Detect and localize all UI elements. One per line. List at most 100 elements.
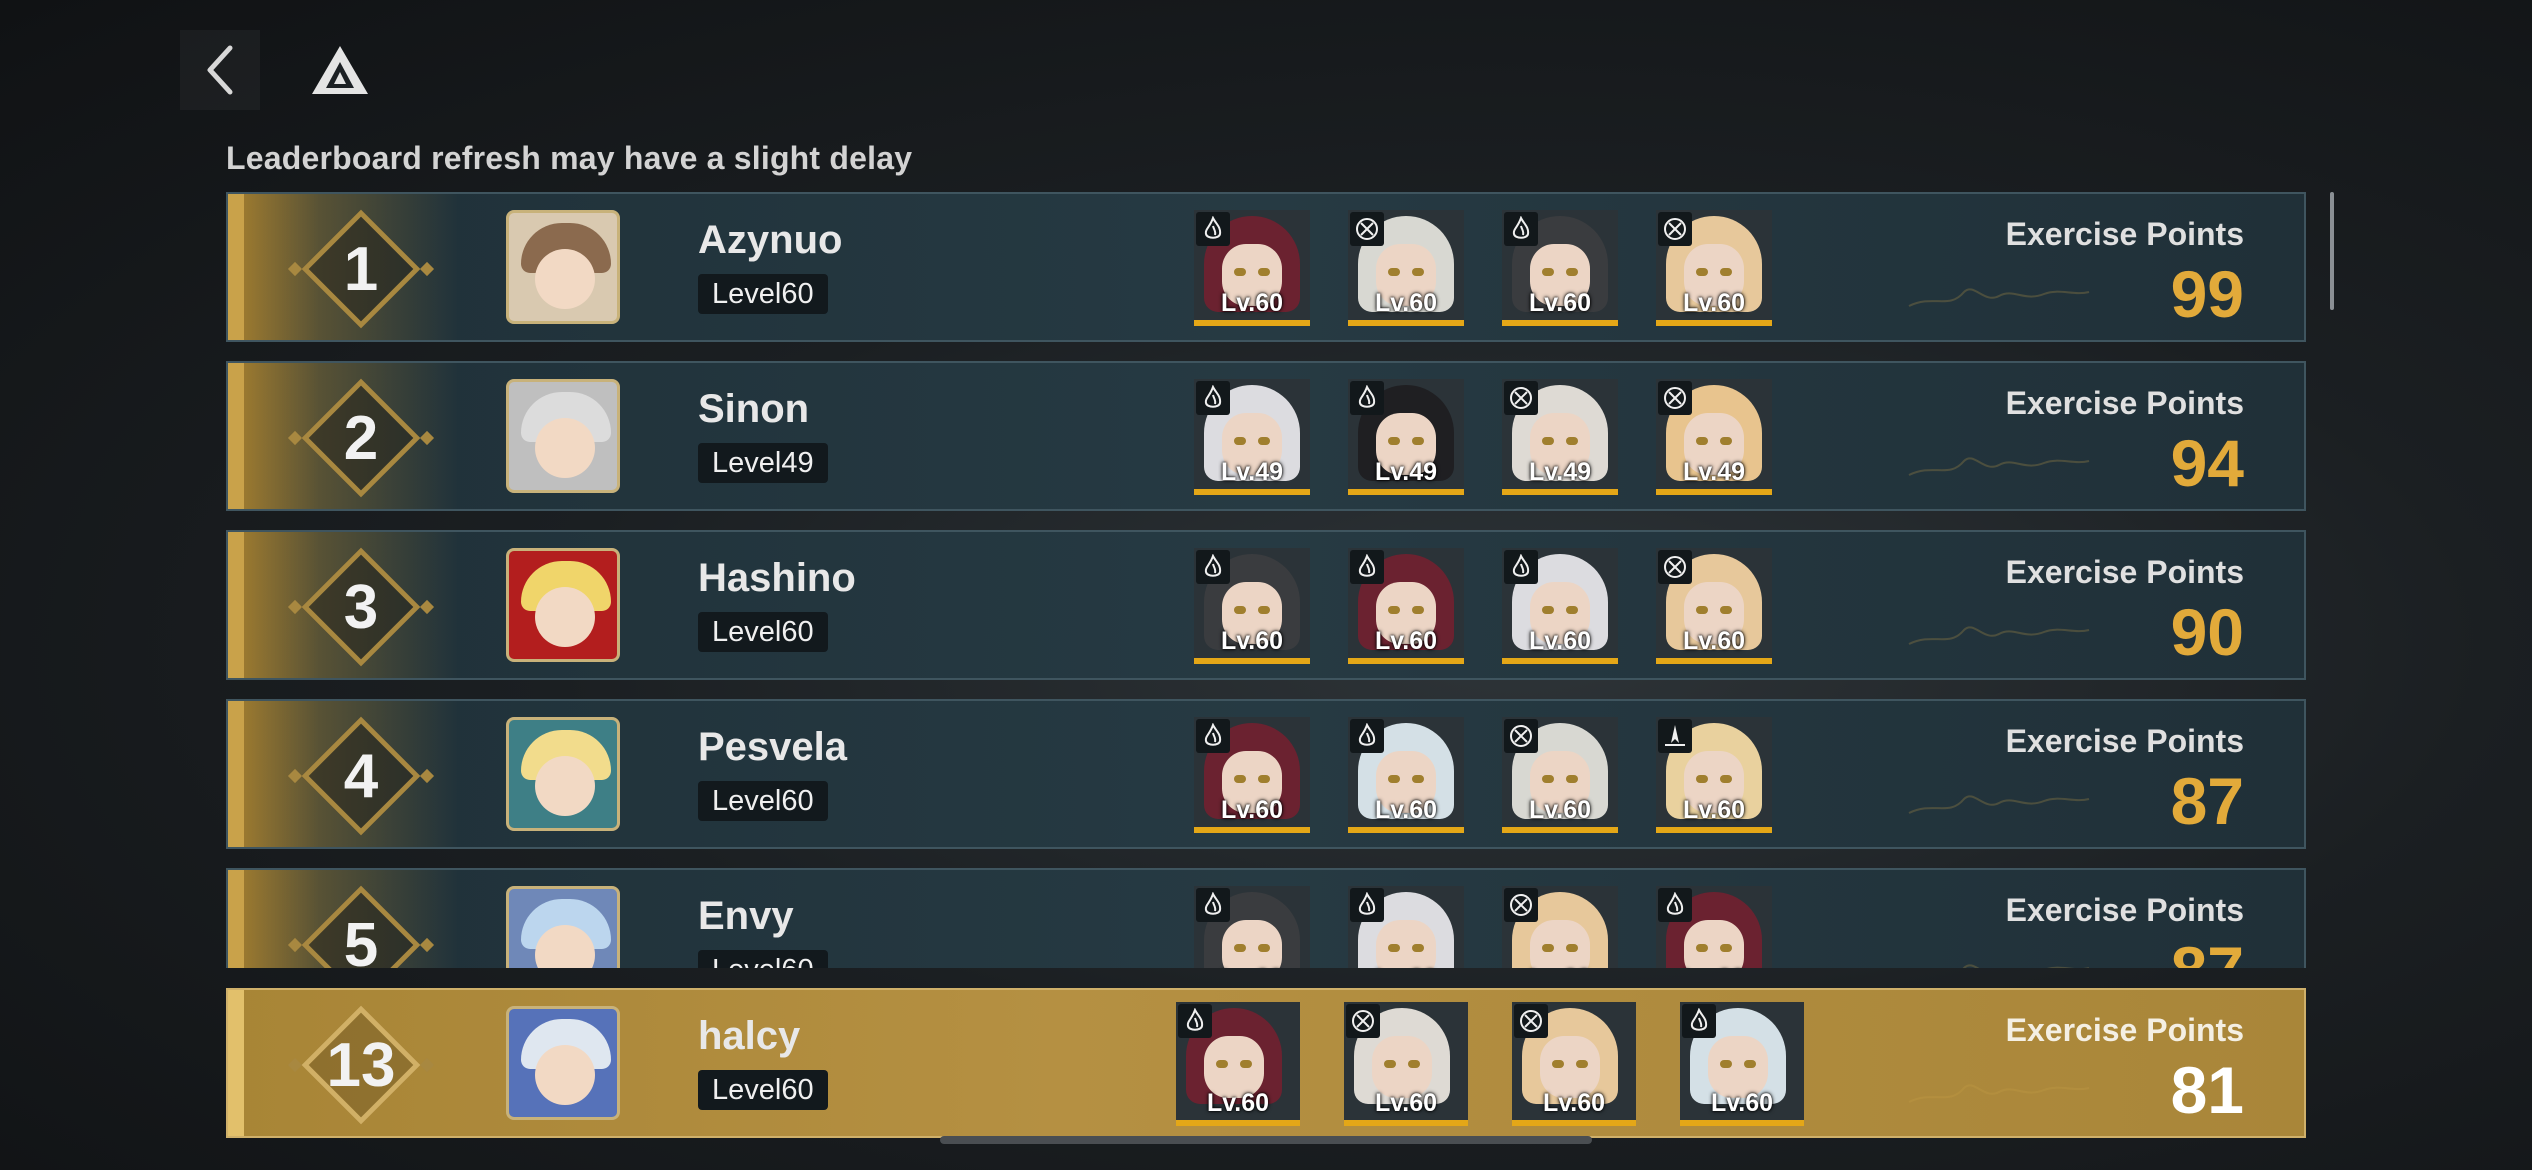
team-member-card[interactable]: Lv.60	[1176, 1002, 1300, 1126]
leaderboard-row[interactable]: 2 Sinon Level49 Lv.49 Lv.49 Lv.49 Lv.49 …	[226, 361, 2306, 511]
exercise-points-label: Exercise Points	[2005, 723, 2244, 759]
team-member-card[interactable]: Lv.60	[1656, 717, 1772, 833]
character-level: Lv.60	[1374, 627, 1438, 655]
avatar[interactable]	[506, 717, 620, 831]
team-member-card[interactable]: Lv.60	[1502, 210, 1618, 326]
avatar[interactable]	[506, 1006, 620, 1120]
team-member-card[interactable]: Lv.60	[1502, 717, 1618, 833]
character-level: Lv.60	[1374, 796, 1438, 824]
rank-emblem: 1	[287, 208, 435, 330]
exercise-points-value: 87	[2170, 764, 2244, 838]
class-badge	[1504, 550, 1538, 584]
character-level: Lv.60	[1206, 1089, 1270, 1117]
rank-number: 1	[343, 234, 379, 304]
exercise-points-value: 94	[2170, 426, 2244, 500]
flame-class-icon	[1204, 554, 1222, 577]
leaderboard-row[interactable]: 1 Azynuo Level60 Lv.60 Lv.60 Lv.60 Lv.60…	[226, 192, 2306, 342]
player-level-badge: Level60	[698, 1070, 828, 1110]
flame-class-icon	[1512, 554, 1530, 577]
team-member-card[interactable]: Lv.60	[1194, 548, 1310, 664]
character-level: Lv.60	[1542, 1089, 1606, 1117]
player-name[interactable]: Hashino	[698, 556, 856, 601]
class-badge	[1350, 888, 1384, 922]
team-member-card[interactable]: Lv.49	[1194, 379, 1310, 495]
team-member-card[interactable]: Lv.49	[1502, 379, 1618, 495]
team-member-card[interactable]: Lv.60	[1194, 886, 1310, 968]
rank-number: 2	[343, 403, 379, 473]
class-badge	[1196, 212, 1230, 246]
leaderboard-scrollbar[interactable]	[2330, 192, 2334, 310]
team-member-card[interactable]: Lv.49	[1348, 379, 1464, 495]
avatar[interactable]	[506, 210, 620, 324]
flame-class-icon	[1204, 216, 1222, 239]
team-member-card[interactable]: Lv.60	[1344, 1002, 1468, 1126]
leaderboard-row[interactable]: 4 Pesvela Level60 Lv.60 Lv.60 Lv.60 Lv.6…	[226, 699, 2306, 849]
leaderboard-row[interactable]: 3 Hashino Level60 Lv.60 Lv.60 Lv.60 Lv.6…	[226, 530, 2306, 680]
flame-class-icon	[1358, 385, 1376, 408]
character-level: Lv.60	[1528, 289, 1592, 317]
crosshair-class-icon	[1510, 387, 1532, 409]
crosshair-class-icon	[1664, 387, 1686, 409]
character-level: Lv.60	[1374, 289, 1438, 317]
rank-emblem: 5	[287, 884, 435, 968]
team-lineup: Lv.60 Lv.60 Lv.60 Lv.60	[1176, 1002, 1804, 1126]
class-badge	[1196, 719, 1230, 753]
crosshair-class-icon	[1352, 1010, 1374, 1032]
class-badge	[1504, 888, 1538, 922]
team-member-card[interactable]: Lv.60	[1512, 1002, 1636, 1126]
player-level-badge: Level60	[698, 950, 828, 968]
signature-watermark	[1908, 288, 2090, 307]
class-badge	[1658, 888, 1692, 922]
character-level: Lv.60	[1682, 289, 1746, 317]
character-level: Lv.49	[1374, 458, 1438, 486]
team-member-card[interactable]: Lv.60	[1656, 548, 1772, 664]
player-name[interactable]: halcy	[698, 1014, 800, 1059]
player-level-badge: Level60	[698, 274, 828, 314]
team-lineup: Lv.49 Lv.49 Lv.49 Lv.49	[1194, 379, 1772, 495]
triangle-logo-icon	[312, 46, 368, 94]
rank-number: 3	[343, 572, 379, 642]
team-member-card[interactable]: Lv.60	[1680, 1002, 1804, 1126]
flame-class-icon	[1666, 892, 1684, 915]
character-level: Lv.60	[1528, 627, 1592, 655]
team-member-card[interactable]: Lv.49	[1656, 379, 1772, 495]
class-badge	[1658, 381, 1692, 415]
exercise-points-label: Exercise Points	[2005, 385, 2244, 421]
back-button[interactable]	[180, 30, 260, 110]
team-member-card[interactable]: Lv.60	[1348, 886, 1464, 968]
signature-watermark	[1908, 626, 2090, 645]
home-indicator[interactable]	[940, 1136, 1592, 1144]
team-member-card[interactable]: Lv.60	[1348, 717, 1464, 833]
flame-class-icon	[1690, 1008, 1708, 1031]
class-badge	[1346, 1004, 1380, 1038]
leaderboard-row[interactable]: 5 Envy Level60 Lv.60 Lv.60	[226, 868, 2306, 968]
team-member-card[interactable]: Lv.60	[1502, 886, 1618, 968]
team-member-card[interactable]: Lv.60	[1348, 210, 1464, 326]
team-member-card[interactable]: Lv.60	[1194, 210, 1310, 326]
team-member-card[interactable]: Lv.60	[1194, 717, 1310, 833]
exercise-points-label: Exercise Points	[2005, 216, 2244, 252]
avatar[interactable]	[506, 379, 620, 493]
team-member-card[interactable]: Lv.60	[1656, 210, 1772, 326]
avatar[interactable]	[506, 548, 620, 662]
class-badge	[1658, 212, 1692, 246]
team-member-card[interactable]: Lv.60	[1348, 548, 1464, 664]
leaderboard-list[interactable]: 1 Azynuo Level60 Lv.60 Lv.60 Lv.60 Lv.60…	[226, 192, 2306, 968]
flame-class-icon	[1204, 723, 1222, 746]
chevron-left-icon	[207, 45, 233, 95]
team-lineup: Lv.60 Lv.60 Lv.60 Lv.60	[1194, 886, 1772, 968]
avatar[interactable]	[506, 886, 620, 968]
home-logo-button[interactable]	[300, 30, 380, 110]
crosshair-class-icon	[1356, 218, 1378, 240]
team-member-card[interactable]: Lv.60	[1656, 886, 1772, 968]
player-name[interactable]: Sinon	[698, 387, 809, 432]
character-level: Lv.60	[1656, 965, 1772, 968]
player-name[interactable]: Envy	[698, 894, 794, 939]
flame-class-icon	[1204, 892, 1222, 915]
my-rank-row[interactable]: 13 halcy Level60 Lv.60 Lv.60 Lv.60 Lv.60…	[226, 988, 2306, 1138]
team-member-card[interactable]: Lv.60	[1502, 548, 1618, 664]
class-badge	[1682, 1004, 1716, 1038]
player-name[interactable]: Azynuo	[698, 218, 842, 263]
leaderboard-notice: Leaderboard refresh may have a slight de…	[226, 140, 913, 176]
player-name[interactable]: Pesvela	[698, 725, 847, 770]
